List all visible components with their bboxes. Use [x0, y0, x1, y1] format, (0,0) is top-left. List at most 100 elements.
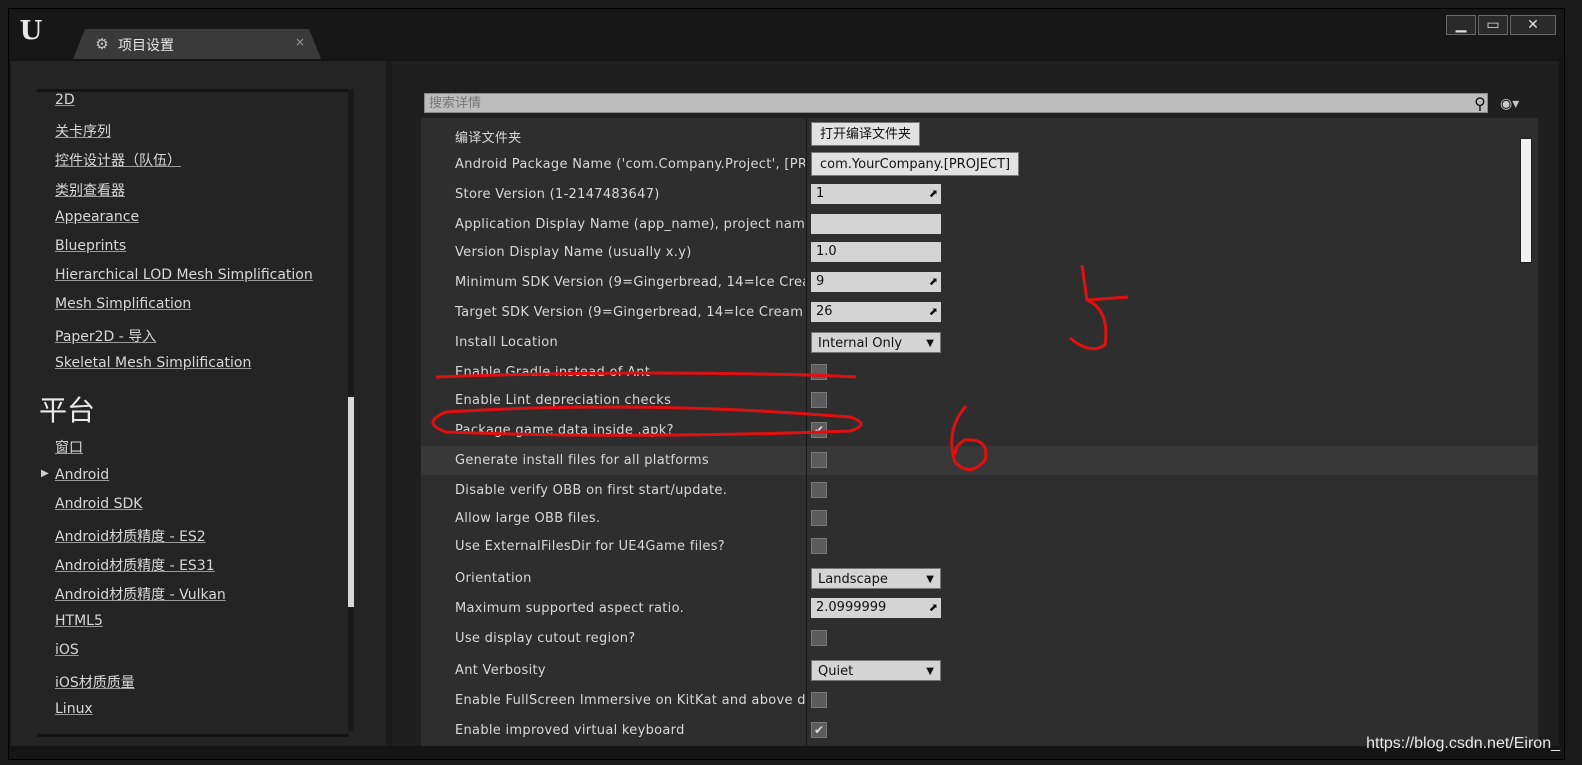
property-checkbox[interactable]	[811, 482, 827, 498]
property-label: Use ExternalFilesDir for UE4Game files?	[455, 539, 725, 554]
sidebar-item[interactable]: Paper2D - 导入	[55, 326, 156, 346]
search-icon[interactable]: ⚲	[1470, 94, 1490, 114]
property-value-field[interactable]: 2.0999999 ⬈	[811, 598, 941, 618]
property-value-field[interactable]: 26 ⬈	[811, 302, 941, 322]
property-label: Disable verify OBB on first start/update…	[455, 483, 728, 498]
property-row: Allow large OBB files.	[421, 504, 1538, 533]
property-label: Install Location	[455, 335, 559, 350]
sidebar-item-platform[interactable]: Android材质精度 - ES2	[55, 526, 206, 546]
property-value-field[interactable]: 1.0	[811, 242, 941, 262]
sidebar-item[interactable]: 2D	[55, 92, 75, 108]
property-checkbox[interactable]	[811, 364, 827, 380]
property-checkbox[interactable]	[811, 510, 827, 526]
sidebar-item[interactable]: Hierarchical LOD Mesh Simplification	[55, 267, 313, 283]
property-row: Target SDK Version (9=Gingerbread, 14=Ic…	[421, 298, 1538, 327]
spin-drag-icon[interactable]: ⬈	[929, 598, 938, 618]
property-label: Use display cutout region?	[455, 631, 636, 646]
property-row: Install Location Internal Only ▼	[421, 328, 1538, 357]
property-label: 编译文件夹	[455, 131, 522, 146]
property-label: Enable improved virtual keyboard	[455, 723, 685, 738]
watermark-text: https://blog.csdn.net/Eiron_	[1366, 735, 1560, 752]
property-row: Enable Lint depreciation checks	[421, 386, 1538, 415]
close-button[interactable]: ✕	[1510, 15, 1556, 35]
property-row: Maximum supported aspect ratio. 2.0999999…	[421, 594, 1538, 623]
sidebar-item-platform[interactable]: Android SDK	[55, 496, 142, 512]
property-checkbox[interactable]	[811, 392, 827, 408]
property-row: Use display cutout region?	[421, 624, 1538, 653]
sidebar-item[interactable]: 类别查看器	[55, 180, 125, 200]
property-combo[interactable]: Landscape ▼	[811, 568, 941, 589]
property-button[interactable]: com.YourCompany.[PROJECT]	[811, 152, 1020, 176]
settings-sidebar: 2D 关卡序列控件设计器（队伍） 类别查看器 Appearance Blueprints…	[11, 61, 386, 746]
property-row: Disable verify OBB on first start/update…	[421, 476, 1538, 505]
column-divider[interactable]	[806, 118, 807, 746]
sidebar-item[interactable]: 控件设计器（队伍）	[55, 150, 181, 170]
spin-drag-icon[interactable]: ⬈	[929, 184, 938, 204]
property-label: Store Version (1-2147483647)	[455, 187, 660, 202]
property-value-field[interactable]: 9 ⬈	[811, 272, 941, 292]
sidebar-item[interactable]: Mesh Simplification	[55, 296, 191, 312]
property-checkbox[interactable]	[811, 538, 827, 554]
sidebar-item[interactable]: Blueprints	[55, 238, 126, 254]
maximize-button[interactable]: ▭	[1478, 15, 1508, 35]
project-settings-window: U ⚙ 项目设置 × ▁ ▭ ✕ 2D 关卡序列控件设计器（队伍） 类别查看器 App…	[8, 8, 1565, 760]
title-bar: U ⚙ 项目设置 × ▁ ▭ ✕	[9, 9, 1564, 59]
property-label: Package game data inside .apk?	[455, 423, 674, 438]
property-value-field[interactable]: 1 ⬈	[811, 184, 941, 204]
combo-value: Landscape	[818, 572, 888, 587]
settings-gear-icon: ⚙	[95, 35, 109, 53]
sidebar-item-platform[interactable]: Android材质精度 - ES31	[55, 555, 215, 575]
spin-drag-icon[interactable]: ⬈	[929, 272, 938, 292]
property-value-field[interactable]	[811, 214, 941, 234]
property-combo[interactable]: Quiet ▼	[811, 660, 941, 681]
property-row: Android Package Name ('com.Company.Proje…	[421, 150, 1538, 179]
property-label: Generate install files for all platforms	[455, 453, 709, 468]
property-button[interactable]: 打开编译文件夹	[811, 122, 921, 146]
sidebar-item[interactable]: Appearance	[55, 209, 139, 225]
minimize-button[interactable]: ▁	[1446, 15, 1476, 35]
property-checkbox[interactable]	[811, 692, 827, 708]
property-label: Android Package Name ('com.Company.Proje…	[455, 157, 805, 172]
sidebar-item-platform[interactable]: Android材质精度 - Vulkan	[55, 584, 226, 604]
property-row: Application Display Name (app_name), pro…	[421, 210, 1538, 239]
property-row: Version Display Name (usually x.y) 1.0	[421, 238, 1538, 267]
property-row: 编译文件夹 打开编译文件夹	[421, 120, 1538, 149]
sidebar-item[interactable]: Skeletal Mesh Simplification	[55, 355, 251, 371]
property-row: Orientation Landscape ▼	[421, 564, 1538, 593]
details-scroll-thumb[interactable]	[1521, 139, 1531, 262]
sidebar-item-platform[interactable]: iOS	[55, 642, 79, 658]
tab-close-icon[interactable]: ×	[295, 35, 305, 49]
property-row: Package game data inside .apk? ✔	[421, 416, 1538, 445]
sidebar-item[interactable]: 关卡序列	[55, 121, 111, 141]
property-row: Enable Gradle instead of Ant	[421, 358, 1538, 387]
property-value-text: 1	[816, 186, 825, 201]
property-checkbox[interactable]: ✔	[811, 722, 827, 738]
chevron-down-icon: ▼	[926, 338, 934, 349]
spin-drag-icon[interactable]: ⬈	[929, 302, 938, 322]
tab-project-settings[interactable]: ⚙ 项目设置 ×	[73, 29, 321, 59]
property-label: Minimum SDK Version (9=Gingerbread, 14=I…	[455, 275, 805, 290]
expand-arrow-icon[interactable]: ▶	[41, 468, 49, 479]
sidebar-item-platform[interactable]: iOS材质质量	[55, 672, 135, 692]
property-checkbox[interactable]	[811, 630, 827, 646]
sidebar-item-platform[interactable]: 窗口	[55, 437, 83, 457]
section-heading-platforms: 平台	[39, 394, 96, 427]
sidebar-item-platform[interactable]: HTML5	[55, 613, 103, 629]
property-label: Ant Verbosity	[455, 663, 546, 678]
sidebar-item-platform[interactable]: Linux	[55, 701, 93, 717]
view-options-eye-icon[interactable]: ◉▾	[1500, 95, 1532, 113]
sidebar-item-platform[interactable]: Android	[55, 467, 109, 483]
property-combo[interactable]: Internal Only ▼	[811, 332, 941, 353]
property-label: Target SDK Version (9=Gingerbread, 14=Ic…	[455, 305, 805, 320]
property-row: Use ExternalFilesDir for UE4Game files?	[421, 532, 1538, 561]
property-value-text: 2.0999999	[816, 600, 887, 615]
combo-value: Internal Only	[818, 336, 903, 351]
property-label: Enable FullScreen Immersive on KitKat an…	[455, 693, 805, 708]
property-checkbox[interactable]: ✔	[811, 422, 827, 438]
search-input[interactable]: 搜索详情	[424, 93, 1488, 113]
chevron-down-icon: ▼	[926, 666, 934, 677]
property-label: Enable Gradle instead of Ant	[455, 365, 651, 380]
property-checkbox[interactable]	[811, 452, 827, 468]
property-row: Generate install files for all platforms	[421, 446, 1538, 475]
sidebar-scroll-thumb[interactable]	[348, 397, 354, 607]
